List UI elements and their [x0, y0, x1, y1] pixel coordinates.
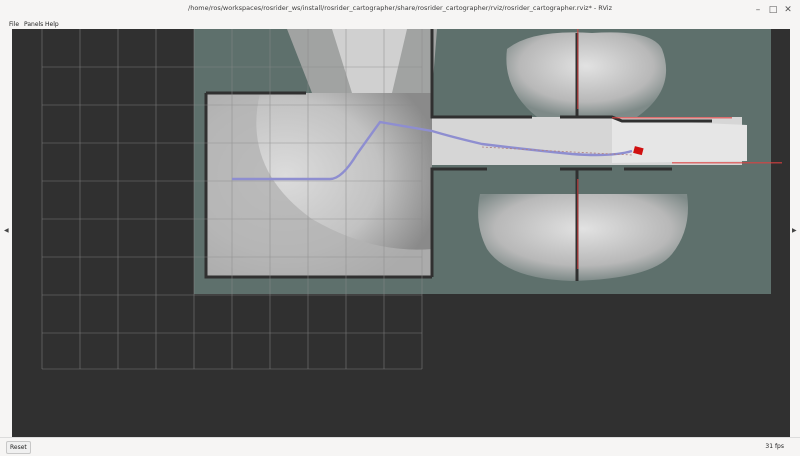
reset-button[interactable]: Reset: [6, 441, 31, 454]
map-render[interactable]: [12, 29, 790, 437]
menu-panels[interactable]: Panels: [24, 20, 43, 29]
window-title: /home/ros/workspaces/rosrider_ws/install…: [188, 4, 612, 12]
fps-counter: 31 fps: [765, 443, 784, 450]
status-bar: Reset 31 fps: [0, 437, 800, 456]
corridor-end: [612, 119, 747, 163]
expand-left-panel-icon[interactable]: ◀: [4, 227, 9, 234]
window-titlebar: /home/ros/workspaces/rosrider_ws/install…: [0, 0, 800, 21]
close-icon[interactable]: ✕: [781, 3, 795, 17]
render-viewport[interactable]: [12, 29, 790, 437]
minimize-icon[interactable]: –: [751, 3, 765, 17]
menu-bar: File Panels Help: [0, 20, 800, 29]
right-panel-collapser[interactable]: ▶: [790, 29, 800, 437]
expand-right-panel-icon[interactable]: ▶: [792, 227, 797, 234]
maximize-icon[interactable]: □: [766, 3, 780, 17]
menu-help[interactable]: Help: [45, 20, 59, 29]
left-panel-collapser[interactable]: ◀: [0, 29, 12, 437]
upper-right-room: [506, 32, 667, 118]
menu-file[interactable]: File: [9, 20, 19, 29]
